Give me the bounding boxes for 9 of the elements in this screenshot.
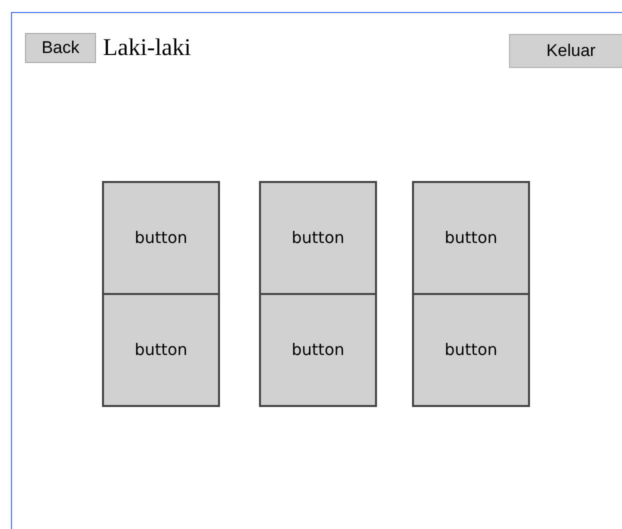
- sketch-button[interactable]: button: [412, 181, 530, 295]
- sketch-button[interactable]: button: [102, 181, 220, 295]
- page-title: Laki-laki: [103, 34, 191, 63]
- sketch-button[interactable]: button: [412, 293, 530, 407]
- sketch-button[interactable]: button: [259, 293, 377, 407]
- sketch-button[interactable]: button: [102, 293, 220, 407]
- back-button[interactable]: Back: [25, 33, 96, 63]
- exit-button[interactable]: Keluar: [509, 34, 622, 68]
- sketch-button[interactable]: button: [259, 181, 377, 295]
